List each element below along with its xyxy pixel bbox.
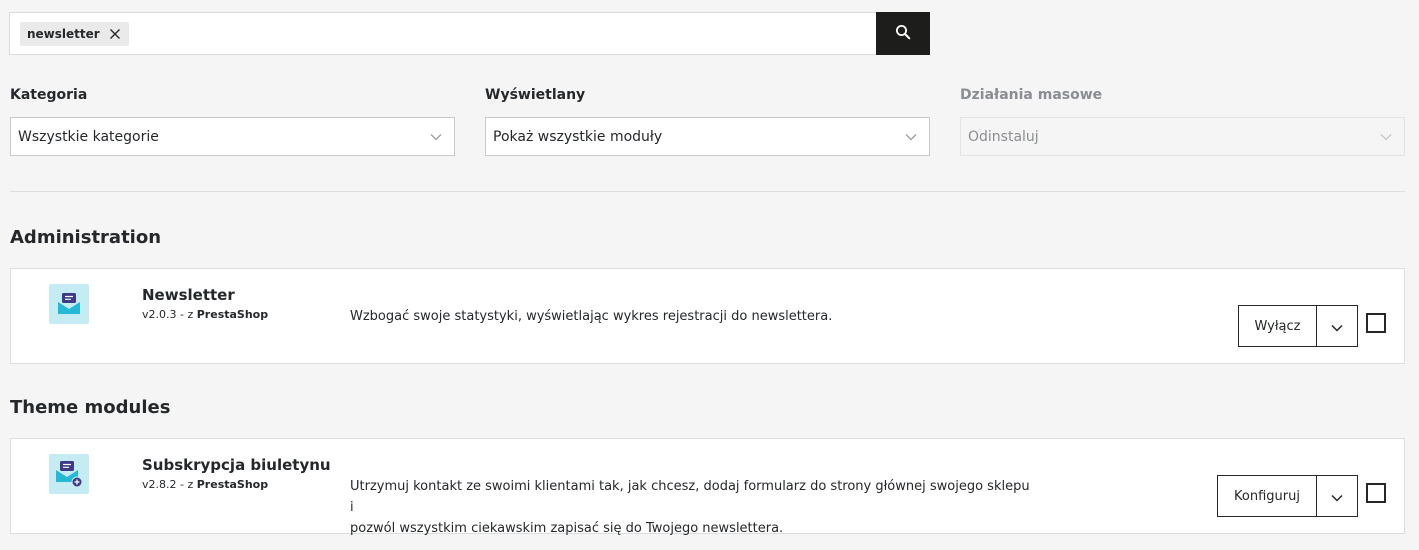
module-select-checkbox[interactable] [1366,483,1386,503]
module-version-number: v2.8.2 [142,478,177,491]
section-title-administration: Administration [10,227,162,248]
bulk-actions-label: Działania masowe [960,87,1103,103]
module-description: Wzbogać swoje statystyki, wyświetlając w… [350,309,833,324]
module-version: v2.8.2 - z PrestaShop [142,478,268,491]
module-card-newsletter: Newsletter v2.0.3 - z PrestaShop Wzbogać… [10,268,1405,364]
bulk-actions-select-value: Odinstaluj [968,128,1039,145]
actions-dropdown-toggle[interactable] [1317,305,1358,347]
bulk-actions-filter: Działania masowe Odinstaluj [960,86,1405,156]
module-select-checkbox[interactable] [1366,313,1386,333]
chevron-down-icon [1380,129,1392,145]
chevron-down-icon [1331,487,1343,506]
module-by: - z [180,308,194,321]
close-icon[interactable] [109,28,121,40]
chevron-down-icon [905,129,917,145]
search-bar: newsletter [9,12,930,55]
module-version: v2.0.3 - z PrestaShop [142,308,268,321]
bulk-actions-select: Odinstaluj [960,117,1405,156]
newsletter-subscription-icon [49,454,89,494]
module-by: - z [180,478,194,491]
newsletter-icon [49,284,89,324]
chevron-down-icon [430,129,442,145]
search-button[interactable] [876,12,930,55]
module-author: PrestaShop [196,478,269,491]
module-author: PrestaShop [196,308,269,321]
display-select-value: Pokaż wszystkie moduły [493,128,663,145]
module-version-number: v2.0.3 [142,308,177,321]
modules-page: newsletter Kategoria Wszystkie kategorie… [0,0,1419,550]
category-filter: Kategoria Wszystkie kategorie [10,86,455,156]
module-name: Subskrypcja biuletynu [142,456,331,474]
configure-button[interactable]: Konfiguruj [1217,475,1317,517]
category-select[interactable]: Wszystkie kategorie [10,117,455,156]
chevron-down-icon [1331,317,1343,336]
module-actions: Wyłącz [1238,305,1358,347]
display-filter-label: Wyświetlany [485,87,586,103]
module-description-line: Utrzymuj kontakt ze swoimi klientami tak… [350,479,1030,515]
search-input[interactable]: newsletter [10,13,876,54]
module-description: Utrzymuj kontakt ze swoimi klientami tak… [350,476,1030,539]
module-actions: Konfiguruj [1217,475,1358,517]
actions-dropdown-toggle[interactable] [1317,475,1358,517]
module-card-subscription: Subskrypcja biuletynu v2.8.2 - z PrestaS… [10,438,1405,536]
search-icon [895,24,911,44]
module-name: Newsletter [142,286,235,304]
display-select[interactable]: Pokaż wszystkie moduły [485,117,930,156]
search-tag: newsletter [20,21,129,46]
display-filter: Wyświetlany Pokaż wszystkie moduły [485,86,930,156]
search-tag-label: newsletter [27,26,100,41]
section-title-theme-modules: Theme modules [10,397,171,418]
disable-button[interactable]: Wyłącz [1238,305,1317,347]
module-description-line: pozwól wszystkim ciekawskim zapisać się … [350,521,784,536]
category-filter-label: Kategoria [10,87,88,103]
divider [10,191,1405,192]
category-select-value: Wszystkie kategorie [18,128,159,145]
